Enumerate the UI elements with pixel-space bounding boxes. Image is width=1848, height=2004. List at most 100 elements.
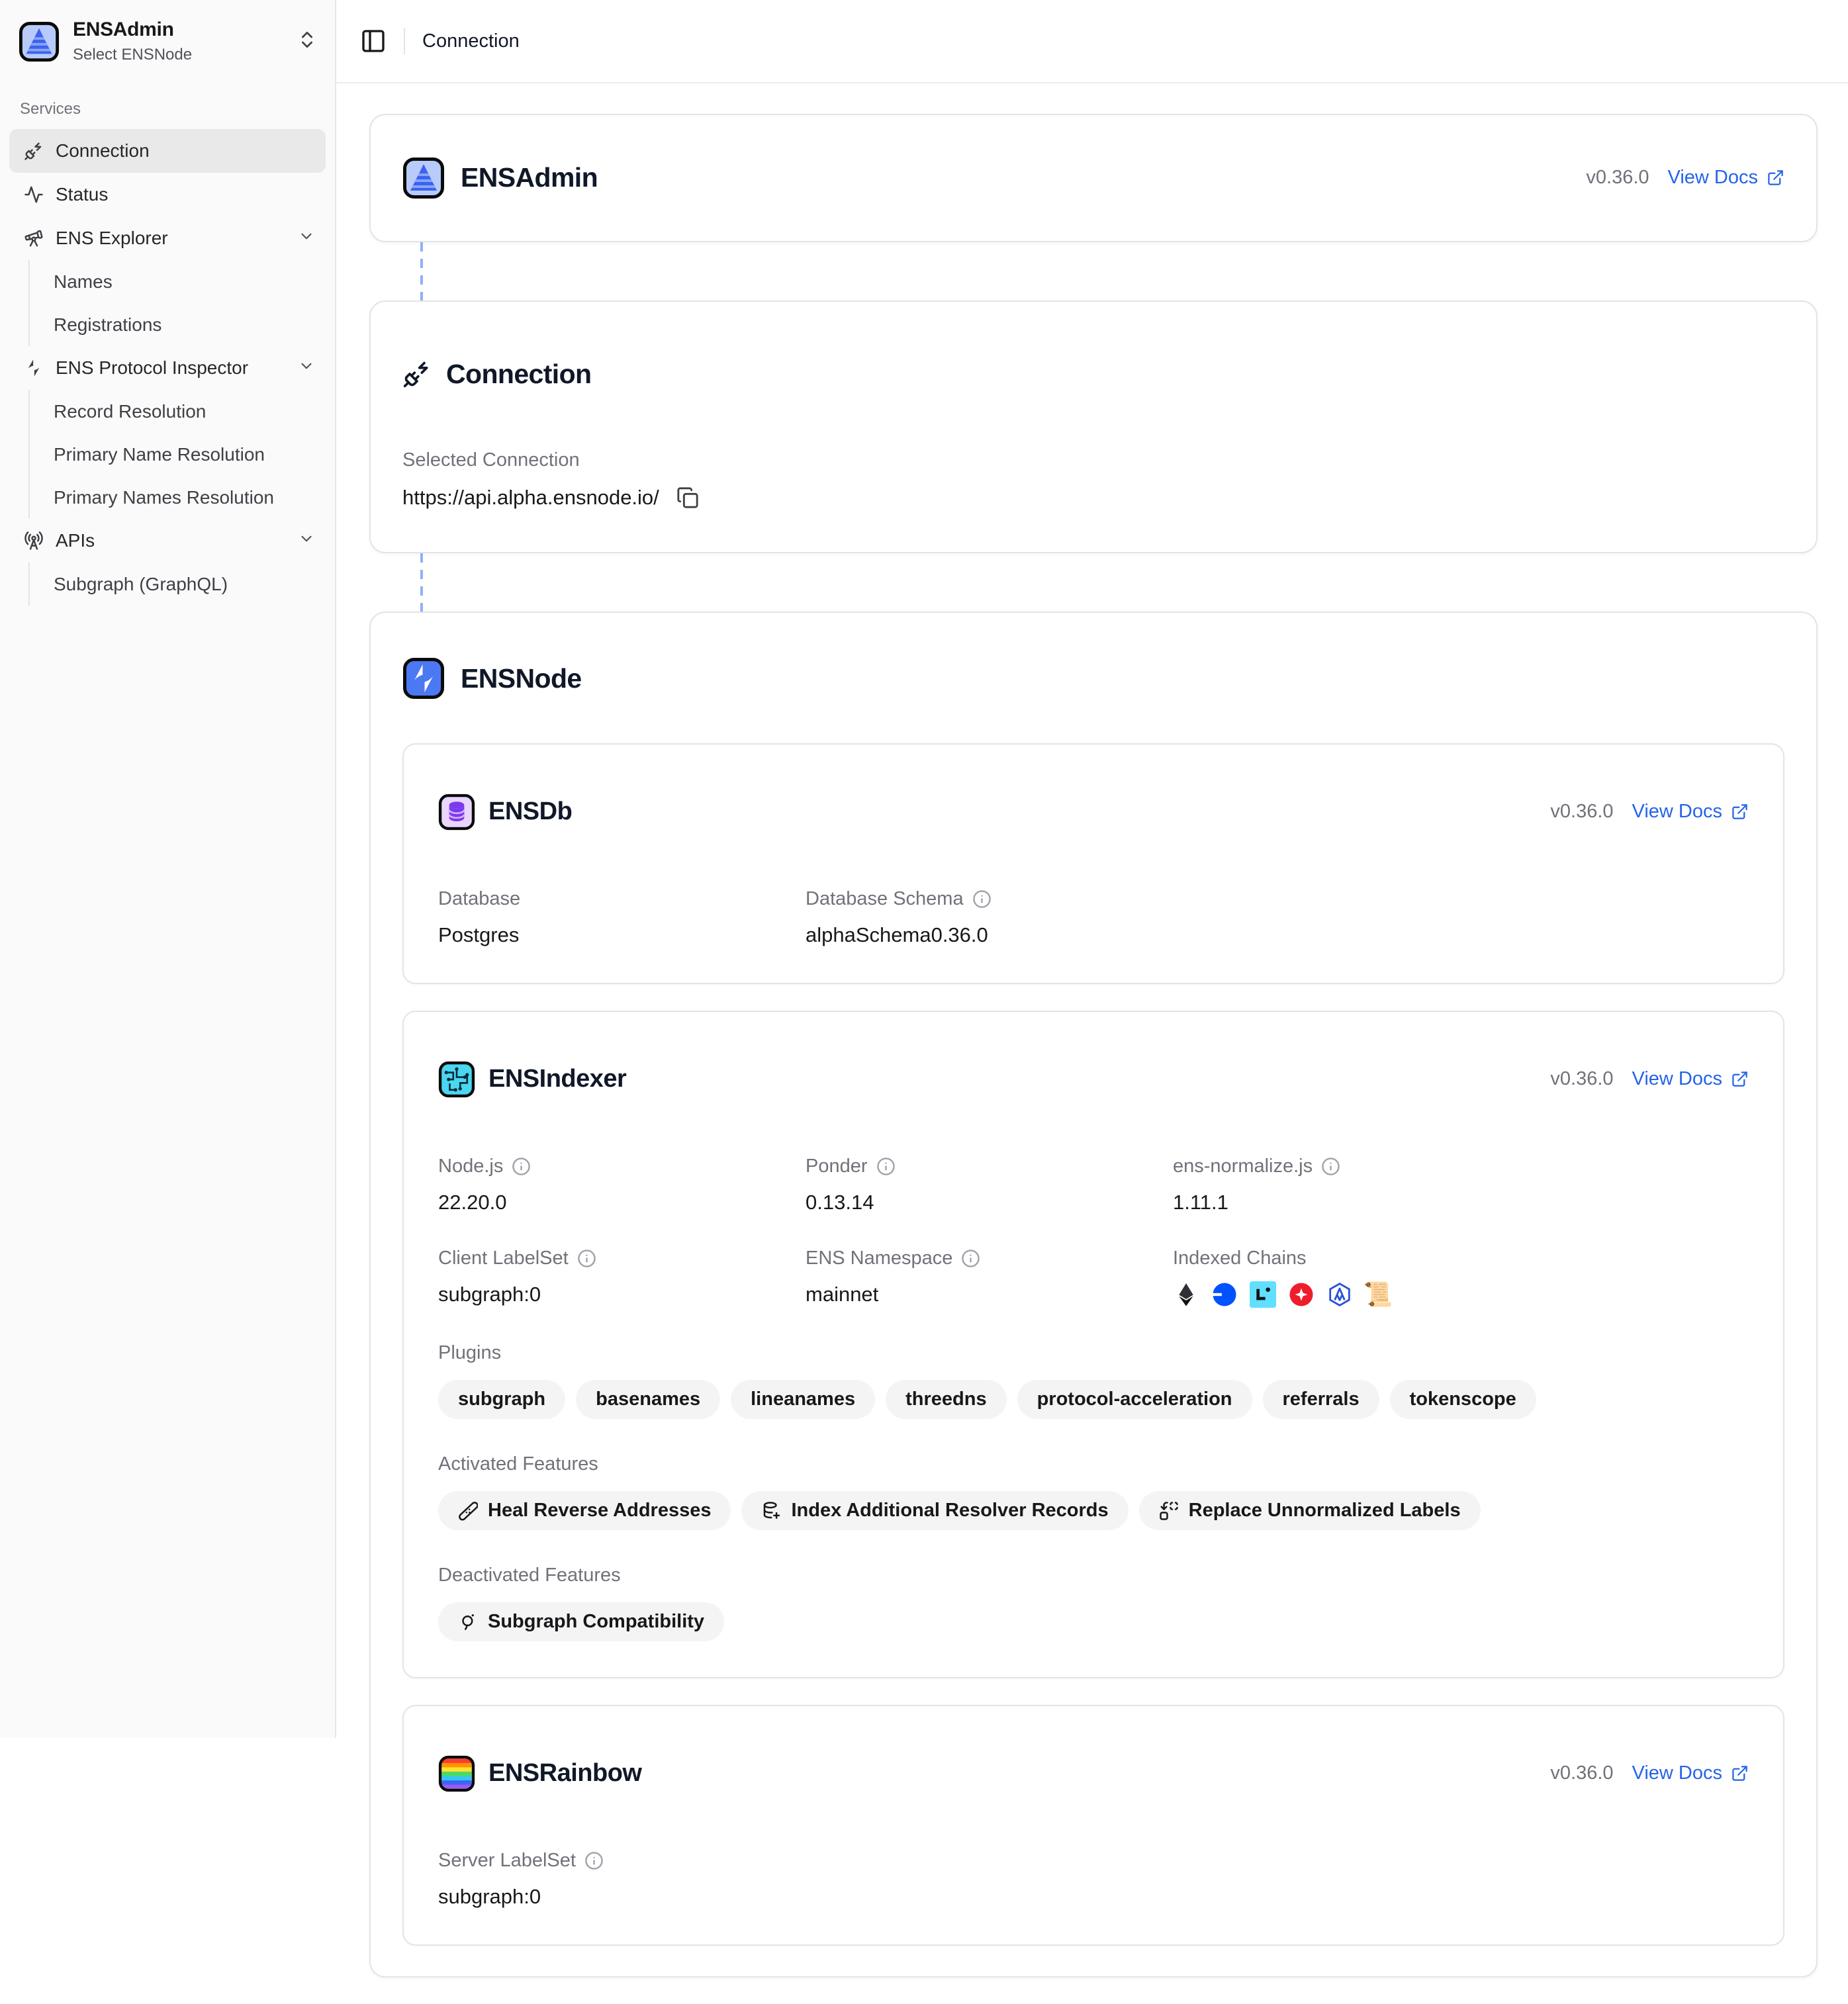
sub-item-label: Primary Names Resolution [54,487,274,508]
linea-chain-icon [1250,1281,1276,1308]
sidebar-item-registrations[interactable]: Registrations [30,303,326,346]
feature-chip-subgraph-compatibility: Subgraph Compatibility [438,1602,724,1641]
info-icon[interactable] [577,1249,596,1268]
ensdb-header: ENSDb v0.36.0 View Docs [438,772,1749,851]
app-subtitle: Select ENSNode [73,46,283,64]
field-label: Database Schema [806,888,1173,910]
radio-tower-icon [24,531,44,551]
field-label-text: ens-normalize.js [1173,1156,1313,1177]
field-ponder: Ponder 0.13.14 [806,1156,1173,1214]
ensnode-logo-icon [402,657,445,700]
flow-connector [420,553,423,612]
sidebar-item-apis[interactable]: APIs [9,519,326,563]
external-link-icon [1731,1070,1749,1088]
ensnode-selector[interactable]: ENSAdmin Select ENSNode [0,15,335,68]
info-icon[interactable] [972,889,992,909]
field-label-text: Server LabelSet [438,1850,576,1872]
sidebar-item-label: Connection [56,140,150,161]
ensnode-title: ENSNode [461,663,582,694]
connection-card-title: Connection [446,359,591,390]
feature-chip-label: Index Additional Resolver Records [791,1500,1108,1522]
feature-chip-label: Heal Reverse Addresses [488,1500,711,1522]
version-badge: v0.36.0 [1586,167,1649,189]
connection-card: Connection Selected Connection https://a… [369,300,1818,553]
sidebar-item-ens-explorer[interactable]: ENS Explorer [9,216,326,260]
base-chain-icon [1211,1281,1238,1308]
plugin-chip: threedns [886,1380,1006,1419]
plugin-chip: basenames [576,1380,720,1419]
info-icon[interactable] [961,1249,980,1268]
sidebar-item-status[interactable]: Status [9,173,326,216]
breadcrumb: Connection [422,30,520,52]
sidebar-item-label: ENS Protocol Inspector [56,357,248,379]
field-value: 1.11.1 [1173,1191,1749,1214]
sidebar-item-record-resolution[interactable]: Record Resolution [30,390,326,433]
database-plus-icon [761,1501,781,1521]
version-badge: v0.36.0 [1550,1068,1613,1090]
info-icon[interactable] [1321,1157,1340,1176]
feature-chip-replace-unnormalized-labels: Replace Unnormalized Labels [1139,1491,1481,1530]
ensdb-logo-icon [438,794,475,831]
field-database-schema: Database Schema alphaSchema0.36.0 [806,888,1173,947]
ensrainbow-card: ENSRainbow v0.36.0 View Docs [402,1705,1784,1946]
plugins-row: subgraph basenames lineanames threedns p… [438,1380,1749,1419]
field-ens-namespace: ENS Namespace mainnet [806,1248,1173,1308]
ensnode-card: ENSNode ENSDb [369,612,1818,1978]
sidebar-item-names[interactable]: Names [30,260,326,303]
sidebar-nav: Connection Status ENS Explorer [0,129,335,606]
chevron-down-icon [298,228,315,250]
topbar-divider [404,28,405,54]
info-icon[interactable] [512,1157,531,1176]
info-icon[interactable] [876,1157,896,1176]
plugin-chip: tokenscope [1390,1380,1536,1419]
external-link-icon [1731,1764,1749,1782]
field-value: alphaSchema0.36.0 [806,923,1173,947]
arbitrum-chain-icon [1326,1281,1353,1308]
sidebar-item-primary-name-resolution[interactable]: Primary Name Resolution [30,433,326,476]
subgraph-query-icon [458,1612,478,1632]
ensadmin-card: ENSAdmin v0.36.0 View Docs [369,114,1818,242]
sidebar-toggle-button[interactable] [360,28,387,54]
chevron-down-icon [298,530,315,552]
view-docs-link[interactable]: View Docs [1632,1762,1749,1784]
ensindexer-fields: Node.js 22.20.0 Ponder 0.13.14 [438,1156,1749,1308]
apis-sublist: Subgraph (GraphQL) [28,563,326,606]
info-icon[interactable] [584,1851,604,1870]
plugin-chip: referrals [1263,1380,1379,1419]
sidebar-item-primary-names-resolution[interactable]: Primary Names Resolution [30,476,326,519]
view-docs-label: View Docs [1632,1068,1722,1090]
view-docs-link[interactable]: View Docs [1632,801,1749,823]
ensrainbow-logo-icon [438,1755,475,1792]
copy-icon [676,486,699,509]
sidebar-item-subgraph-graphql[interactable]: Subgraph (GraphQL) [30,563,326,606]
deactivated-features-label: Deactivated Features [438,1565,1749,1586]
app-name: ENSAdmin [73,19,283,41]
field-value: mainnet [806,1283,1173,1306]
telescope-icon [24,228,44,248]
field-label-text: Node.js [438,1156,503,1177]
flow-connector [420,242,423,300]
ensindexer-card: ENSIndexer v0.36.0 View Docs [402,1011,1784,1678]
ensdb-fields: Database Postgres Database Schema alphaS… [438,888,1749,947]
view-docs-link[interactable]: View Docs [1632,1068,1749,1090]
field-label-text: Database Schema [806,888,964,910]
view-docs-link[interactable]: View Docs [1668,167,1784,189]
sidebar-item-connection[interactable]: Connection [9,129,326,173]
field-indexed-chains: Indexed Chains [1173,1248,1749,1308]
copy-url-button[interactable] [676,486,699,509]
plug-zap-icon [402,359,432,388]
feature-chip-heal-reverse-addresses: Heal Reverse Addresses [438,1491,731,1530]
indexed-chains-label: Indexed Chains [1173,1248,1749,1269]
sub-item-label: Registrations [54,314,162,336]
sidebar-item-label: Status [56,184,108,205]
sidebar-item-label: APIs [56,530,95,551]
sidebar-app-titles: ENSAdmin Select ENSNode [73,19,283,64]
ensadmin-logo-icon [402,157,445,199]
ensdb-card: ENSDb v0.36.0 View Docs [402,743,1784,984]
field-ens-normalize: ens-normalize.js 1.11.1 [1173,1156,1749,1214]
connection-card-header: Connection [402,336,1784,412]
ens-explorer-sublist: Names Registrations [28,260,326,346]
topbar: Connection [336,0,1848,83]
sidebar-item-ens-protocol-inspector[interactable]: ENS Protocol Inspector [9,346,326,390]
ensadmin-brand: ENSAdmin [402,144,598,212]
